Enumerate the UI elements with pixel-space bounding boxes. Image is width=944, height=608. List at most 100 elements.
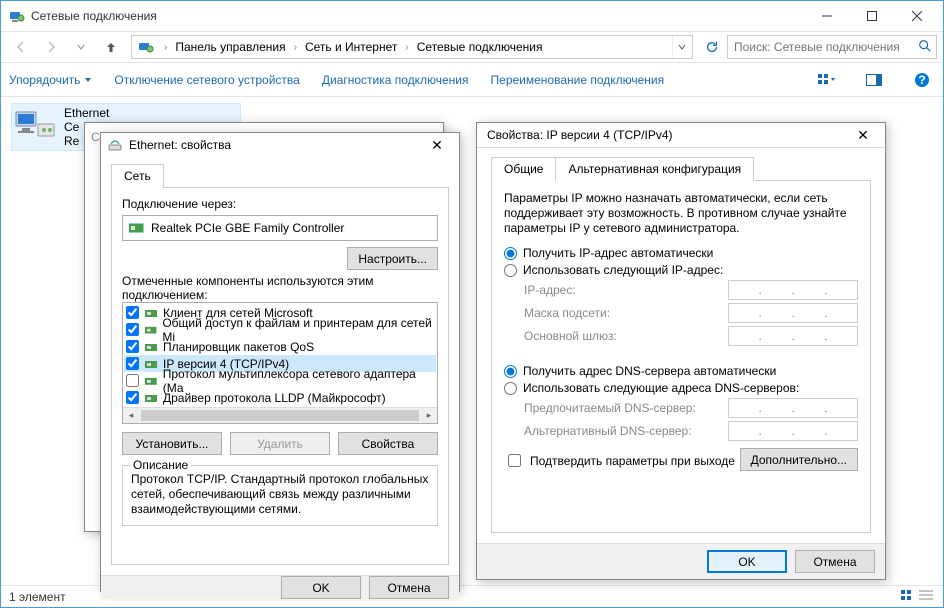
app-icon	[9, 8, 25, 24]
component-checkbox[interactable]	[126, 306, 139, 319]
components-list[interactable]: Клиент для сетей MicrosoftОбщий доступ к…	[122, 302, 438, 424]
ipv4-dialog-title: Свойства: IP версии 4 (TCP/IPv4)	[487, 128, 847, 142]
breadcrumb-icon	[138, 39, 154, 55]
titlebar: Сетевые подключения	[1, 1, 943, 31]
gateway-label: Основной шлюз:	[524, 329, 728, 343]
window-title: Сетевые подключения	[31, 9, 804, 23]
refresh-button[interactable]	[699, 35, 725, 59]
properties-dialog-title: Ethernet: свойства	[129, 138, 421, 152]
dns2-label: Альтернативный DNS-сервер:	[524, 424, 728, 438]
connection-name: Ethernet	[64, 106, 109, 120]
up-button[interactable]	[97, 34, 125, 60]
radio-dns-auto-label: Получить адрес DNS-сервера автоматически	[523, 364, 776, 378]
component-checkbox[interactable]	[126, 357, 139, 370]
scroll-right-button[interactable]: ▸	[421, 408, 437, 423]
diagnose-button[interactable]: Диагностика подключения	[322, 73, 469, 87]
ipv4-properties-dialog: Свойства: IP версии 4 (TCP/IPv4) ✕ Общие…	[476, 122, 886, 580]
component-checkbox[interactable]	[126, 323, 139, 336]
intro-text: Параметры IP можно назначать автоматичес…	[504, 191, 858, 236]
component-checkbox[interactable]	[126, 391, 139, 404]
mask-label: Маска подсети:	[524, 306, 728, 320]
ok-button[interactable]: OK	[281, 576, 361, 599]
install-button[interactable]: Установить...	[122, 432, 222, 455]
svg-text:?: ?	[918, 73, 925, 87]
advanced-button[interactable]: Дополнительно...	[740, 448, 858, 471]
dns2-field: ...	[728, 421, 858, 441]
search-input[interactable]	[732, 39, 918, 55]
adapter-box[interactable]: Realtek PCIe GBE Family Controller	[122, 215, 438, 241]
configure-button[interactable]: Настроить...	[347, 247, 438, 270]
organize-menu[interactable]: Упорядочить	[9, 73, 92, 87]
gateway-field: ...	[728, 326, 858, 346]
network-icon	[107, 137, 123, 153]
breadcrumb-item[interactable]: Панель управления	[173, 38, 287, 56]
back-button[interactable]	[7, 34, 35, 60]
view-options-button[interactable]	[813, 67, 839, 93]
chevron-right-icon: ›	[294, 42, 297, 53]
cancel-button[interactable]: Отмена	[795, 550, 875, 573]
search-box[interactable]	[727, 35, 937, 59]
scrollbar-thumb[interactable]	[141, 410, 419, 421]
radio-ip-auto[interactable]	[504, 247, 517, 260]
components-label: Отмеченные компоненты используются этим …	[122, 274, 438, 302]
component-icon	[145, 358, 159, 370]
component-row[interactable]: Общий доступ к файлам и принтерам для се…	[124, 321, 436, 338]
radio-ip-auto-label: Получить IP-адрес автоматически	[523, 246, 713, 260]
chevron-right-icon: ›	[164, 42, 167, 53]
tab-alternative[interactable]: Альтернативная конфигурация	[555, 157, 754, 181]
maximize-button[interactable]	[849, 2, 894, 30]
chevron-right-icon: ›	[405, 42, 408, 53]
confirm-checkbox[interactable]	[508, 454, 521, 467]
disable-device-button[interactable]: Отключение сетевого устройства	[114, 73, 299, 87]
component-icon	[145, 375, 159, 387]
breadcrumb[interactable]: › Панель управления › Сеть и Интернет › …	[131, 35, 693, 59]
breadcrumb-item[interactable]: Сеть и Интернет	[303, 38, 399, 56]
ip-field: ...	[728, 280, 858, 300]
ethernet-icon	[14, 106, 56, 142]
preview-pane-button[interactable]	[861, 67, 887, 93]
history-dropdown[interactable]	[67, 34, 95, 60]
component-row[interactable]: Протокол мультиплексора сетевого адаптер…	[124, 372, 436, 389]
description-text: Протокол TCP/IP. Стандартный протокол гл…	[131, 472, 429, 517]
description-legend: Описание	[130, 458, 191, 472]
radio-ip-manual-label: Использовать следующий IP-адрес:	[523, 263, 723, 277]
scroll-left-button[interactable]: ◂	[123, 408, 139, 423]
forward-button[interactable]	[37, 34, 65, 60]
component-icon	[145, 324, 158, 336]
component-checkbox[interactable]	[126, 340, 139, 353]
ok-button[interactable]: OK	[707, 550, 787, 573]
properties-button[interactable]: Свойства	[338, 432, 438, 455]
close-icon[interactable]: ✕	[421, 133, 453, 157]
adapter-name: Realtek PCIe GBE Family Controller	[151, 221, 344, 235]
radio-dns-manual[interactable]	[504, 382, 517, 395]
close-icon[interactable]: ✕	[847, 123, 879, 147]
tab-general[interactable]: Общие	[491, 157, 556, 181]
breadcrumb-dropdown[interactable]	[672, 36, 690, 58]
cancel-button[interactable]: Отмена	[369, 576, 449, 599]
ethernet-properties-dialog: Ethernet: свойства ✕ Сеть Подключение че…	[100, 132, 460, 592]
radio-dns-auto[interactable]	[504, 365, 517, 378]
mask-field: ...	[728, 303, 858, 323]
adapter-icon	[129, 222, 145, 234]
component-label: Планировщик пакетов QoS	[163, 340, 314, 354]
confirm-label: Подтвердить параметры при выходе	[530, 454, 735, 468]
radio-ip-manual[interactable]	[504, 264, 517, 277]
component-icon	[145, 307, 159, 319]
search-icon	[918, 39, 932, 56]
rename-button[interactable]: Переименование подключения	[491, 73, 665, 87]
minimize-button[interactable]	[804, 2, 849, 30]
dns1-field: ...	[728, 398, 858, 418]
ip-label: IP-адрес:	[524, 283, 728, 297]
component-label: Драйвер протокола LLDP (Майкрософт)	[163, 391, 386, 405]
radio-dns-manual-label: Использовать следующие адреса DNS-сервер…	[523, 381, 799, 395]
navigation-bar: › Панель управления › Сеть и Интернет › …	[1, 31, 943, 63]
breadcrumb-item[interactable]: Сетевые подключения	[415, 38, 545, 56]
view-mode-icons[interactable]	[899, 588, 935, 605]
help-button[interactable]: ?	[909, 67, 935, 93]
component-checkbox[interactable]	[126, 374, 139, 387]
tab-network[interactable]: Сеть	[111, 164, 164, 187]
horizontal-scrollbar[interactable]: ◂ ▸	[123, 407, 437, 423]
dns1-label: Предпочитаемый DNS-сервер:	[524, 401, 728, 415]
close-button[interactable]	[894, 2, 939, 30]
command-bar: Упорядочить Отключение сетевого устройст…	[1, 63, 943, 97]
